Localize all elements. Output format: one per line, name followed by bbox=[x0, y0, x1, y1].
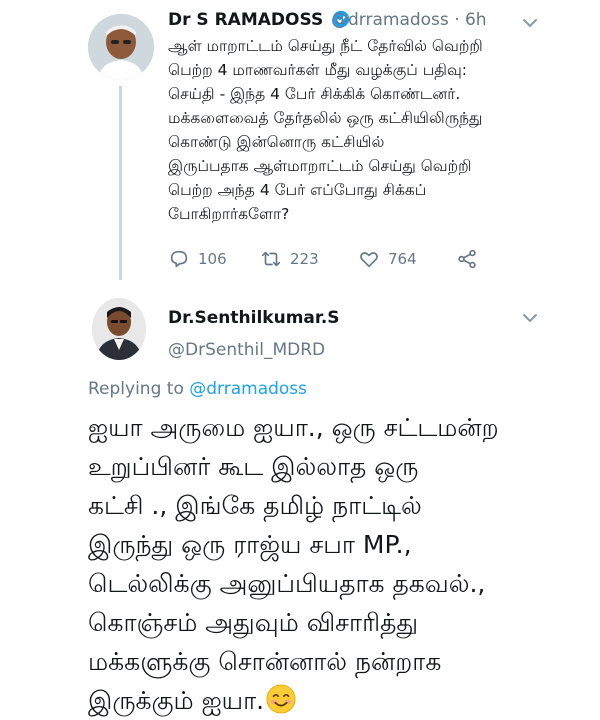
like-button[interactable]: 764 bbox=[358, 248, 417, 270]
tweet-line: கொண்டு இன்னொரு கட்சியில் bbox=[168, 133, 385, 151]
avatar-photo bbox=[88, 14, 154, 80]
retweet-count: 223 bbox=[290, 250, 319, 268]
tweet-body: ஆள் மாறாட்டம் செய்து நீட் தேர்வில் வெற்ற… bbox=[168, 34, 558, 226]
reply-line: ஐயா அருமை ஐயா., ஒரு சட்டமன்ற bbox=[88, 413, 499, 442]
tweet-line: பெற்ற 4 மாணவர்கள் மீது வழக்குப் பதிவு: bbox=[168, 61, 468, 79]
avatar-photo bbox=[92, 298, 146, 360]
reply-line: டெல்லிக்கு அனுப்பியதாக தகவல்., bbox=[88, 569, 486, 598]
reply-author-avatar[interactable] bbox=[92, 298, 146, 360]
tweet-line: ஆள் மாறாட்டம் செய்து நீட் தேர்வில் வெற்ற… bbox=[168, 37, 483, 55]
retweet-button[interactable]: 223 bbox=[260, 248, 319, 270]
like-count: 764 bbox=[388, 250, 417, 268]
smiling-face-emoji-icon bbox=[266, 684, 296, 714]
reply-line: இருந்து ஒரு ராஜ்ய சபா MP., bbox=[88, 530, 412, 559]
share-icon bbox=[458, 249, 476, 269]
reply-line-last: இருக்கும் ஐயா. bbox=[88, 681, 588, 720]
tweet-timestamp[interactable]: · 6h bbox=[454, 10, 486, 30]
author-handle[interactable]: @drramadoss bbox=[331, 10, 449, 30]
tweet-actions: 106 223 764 bbox=[168, 248, 498, 272]
reply-icon bbox=[170, 250, 188, 268]
author-name[interactable]: Dr S RAMADOSS bbox=[168, 10, 350, 30]
reply-line: மக்களுக்கு சொன்னால் நன்றாக bbox=[88, 647, 442, 676]
chevron-down-icon[interactable] bbox=[522, 313, 538, 323]
reply-line: உறுப்பினர் கூட இல்லாத ஒரு bbox=[88, 452, 419, 481]
reply-body: ஐயா அருமை ஐயா., ஒரு சட்டமன்ற உறுப்பினர் … bbox=[88, 408, 588, 720]
tweet-line: செய்தி - இந்த 4 பேர் சிக்கிக் கொண்டனர். bbox=[168, 85, 461, 103]
author-avatar[interactable] bbox=[88, 14, 154, 80]
author-handle-and-time[interactable]: @drramadoss · 6h bbox=[331, 10, 487, 30]
reply-button[interactable]: 106 bbox=[168, 248, 227, 270]
retweet-icon bbox=[261, 251, 281, 267]
tweet-line: பெற்ற அந்த 4 பேர் எப்போது சிக்கப் bbox=[168, 181, 427, 199]
replying-to-label: Replying to bbox=[88, 379, 184, 399]
tweet-line: மக்களைவைத் தேர்தலில் ஒரு கட்சியிலிருந்து bbox=[168, 109, 483, 127]
heart-icon bbox=[360, 252, 378, 268]
reply-author-handle[interactable]: @DrSenthil_MDRD bbox=[168, 340, 325, 360]
reply-author-name[interactable]: Dr.Senthilkumar.S bbox=[168, 308, 340, 328]
tweet-line: போகிறார்களோ? bbox=[168, 205, 290, 223]
reply-line: கொஞ்சம் அதுவும் விசாரித்து bbox=[88, 608, 419, 637]
thread-connector-line bbox=[119, 86, 122, 280]
tweet-line: இருப்பதாக ஆள்மாறாட்டம் செய்து வெற்றி bbox=[168, 157, 472, 175]
replying-to-line: Replying to @drramadoss bbox=[88, 379, 307, 399]
reply-line: இருக்கும் ஐயா. bbox=[88, 686, 265, 715]
chevron-down-icon[interactable] bbox=[522, 18, 538, 28]
replying-to-handle-link[interactable]: @drramadoss bbox=[189, 379, 307, 399]
reply-line: கட்சி ., இங்கே தமிழ் நாட்டில் bbox=[88, 491, 422, 520]
reply-count: 106 bbox=[198, 250, 227, 268]
share-button[interactable] bbox=[456, 248, 478, 270]
